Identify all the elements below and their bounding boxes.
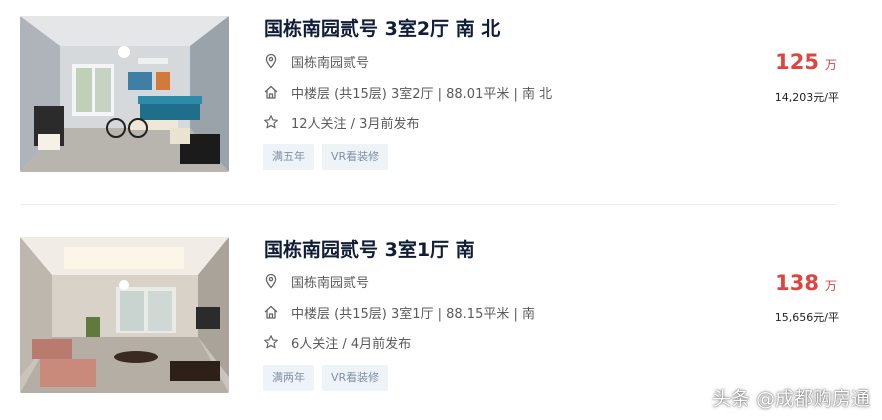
- unit-price: 15,656元/平: [774, 311, 839, 324]
- listing-photo[interactable]: [20, 237, 229, 393]
- listing-title[interactable]: 国栋南园贰号 3室1厅 南: [264, 235, 475, 262]
- tag-badge: VR看装修: [322, 144, 389, 170]
- home-icon: [263, 304, 279, 320]
- tag-badge: 满五年: [263, 144, 314, 170]
- listing-title[interactable]: 国栋南园贰号 3室2厅 南 北: [264, 14, 500, 41]
- follow-info-text: 12人关注 / 3月前发布: [291, 116, 420, 132]
- house-info-row: 中楼层 (共15层) 3室1厅 | 88.15平米 | 南: [263, 303, 535, 322]
- house-info-text: 中楼层 (共15层) 3室1厅 | 88.15平米 | 南: [291, 306, 535, 322]
- star-icon: [263, 334, 279, 350]
- community-link[interactable]: 国栋南园贰号: [291, 272, 369, 291]
- follow-info-row: 6人关注 / 4月前发布: [263, 333, 412, 352]
- community-row: 国栋南园贰号: [263, 272, 369, 291]
- tag-badge: 满两年: [263, 365, 314, 391]
- listing-card: 国栋南园贰号 3室2厅 南 北 国栋南园贰号 中楼层 (共15层) 3室2厅 |…: [0, 0, 882, 200]
- listing-divider: [20, 204, 838, 205]
- total-price-value: 138: [775, 271, 819, 295]
- community-row: 国栋南园贰号: [263, 52, 369, 71]
- follow-info-row: 12人关注 / 3月前发布: [263, 113, 420, 132]
- listing-photo[interactable]: [20, 16, 229, 172]
- tag-badge: VR看装修: [322, 365, 389, 391]
- location-icon: [263, 273, 279, 289]
- total-price: 125 万: [775, 50, 837, 74]
- total-price-value: 125: [775, 50, 819, 74]
- watermark-text: 头条 @成都购房通: [711, 388, 870, 410]
- unit-price: 14,203元/平: [774, 91, 839, 104]
- location-icon: [263, 53, 279, 69]
- home-icon: [263, 84, 279, 100]
- star-icon: [263, 114, 279, 130]
- community-link[interactable]: 国栋南园贰号: [291, 52, 369, 71]
- follow-info-text: 6人关注 / 4月前发布: [291, 336, 412, 352]
- total-price-unit: 万: [824, 279, 837, 293]
- total-price: 138 万: [775, 271, 837, 295]
- house-info-text: 中楼层 (共15层) 3室2厅 | 88.01平米 | 南 北: [291, 86, 553, 102]
- house-info-row: 中楼层 (共15层) 3室2厅 | 88.01平米 | 南 北: [263, 83, 553, 102]
- total-price-unit: 万: [824, 58, 837, 72]
